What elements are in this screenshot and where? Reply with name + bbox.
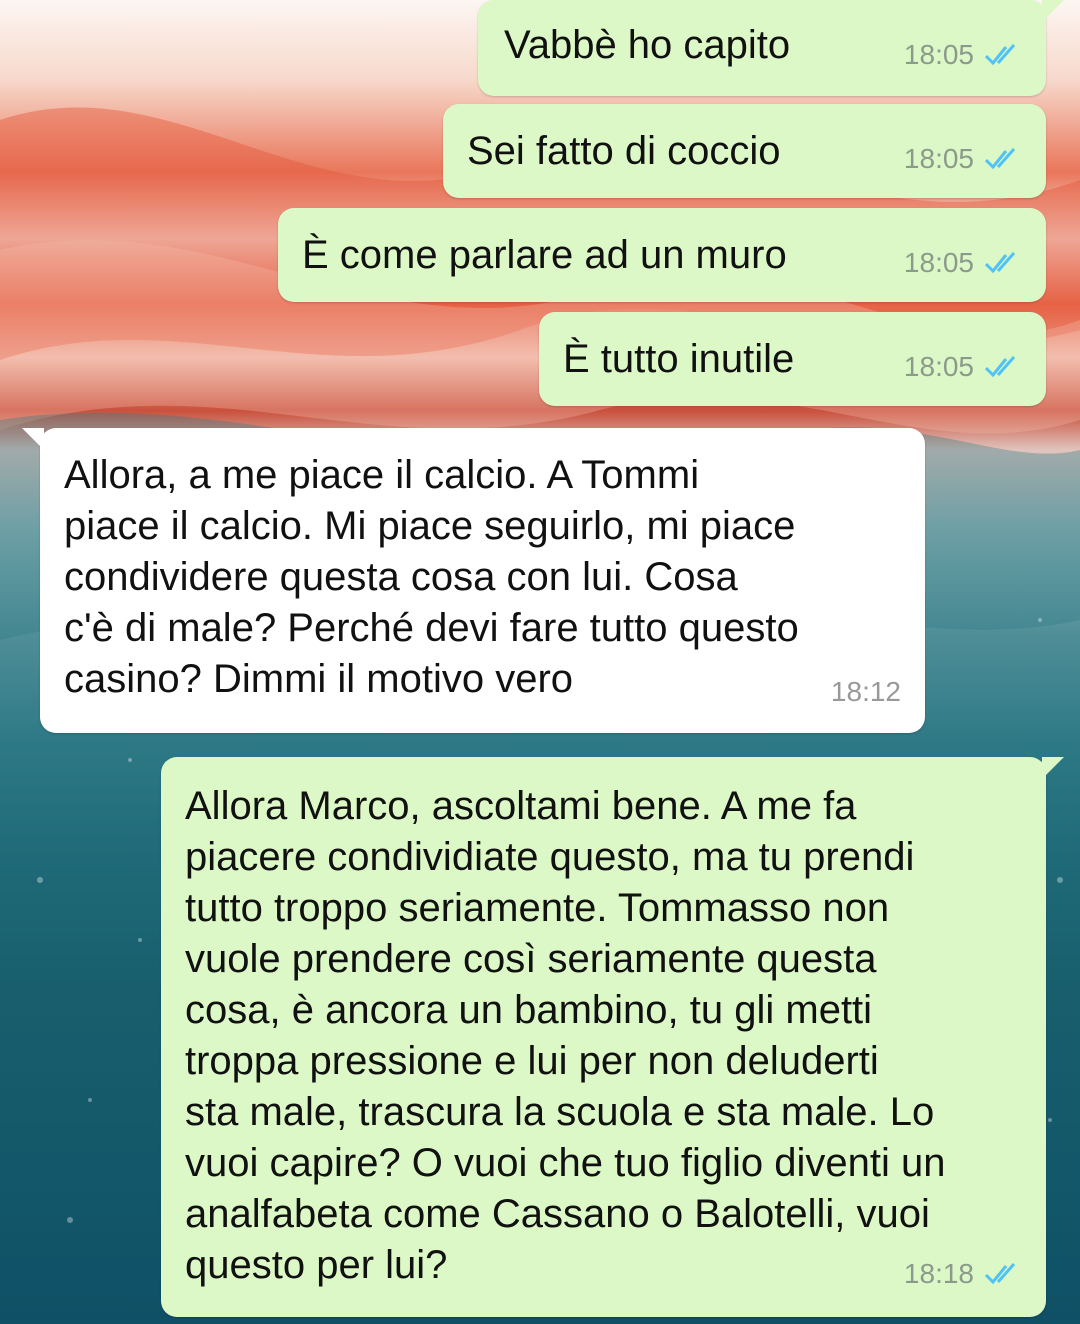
- message-text: Sei fatto di coccio: [467, 129, 781, 173]
- message-bubble-outgoing[interactable]: Sei fatto di coccio 18:05: [443, 104, 1046, 198]
- read-ticks-icon: [984, 251, 1022, 275]
- message-time: 18:05: [903, 351, 974, 382]
- bubble-tail: [1042, 757, 1064, 779]
- message-time: 18:05: [903, 247, 974, 278]
- message-text: È tutto inutile: [563, 337, 795, 381]
- read-ticks-icon: [984, 147, 1022, 171]
- message-text: Allora Marco, ascoltami bene. A me fa pi…: [185, 784, 946, 1287]
- message-meta: 18:05: [904, 29, 1022, 80]
- message-meta: 18:05: [904, 341, 1022, 392]
- bubble-tail: [22, 428, 44, 450]
- message-bubble-incoming[interactable]: Allora, a me piace il calcio. A Tommi pi…: [22, 428, 925, 733]
- message-time: 18:05: [903, 143, 974, 174]
- read-ticks-icon: [984, 355, 1022, 379]
- message-meta: 18:12: [831, 666, 901, 717]
- message-bubble-outgoing[interactable]: Vabbè ho capito 18:05: [478, 0, 1064, 96]
- message-text: È come parlare ad un muro: [302, 233, 787, 277]
- message-time: 18:12: [830, 676, 901, 707]
- message-bubble-outgoing[interactable]: È come parlare ad un muro 18:05: [278, 208, 1046, 302]
- message-bubble-outgoing[interactable]: È tutto inutile 18:05: [539, 312, 1046, 406]
- message-text: Vabbè ho capito: [504, 23, 791, 67]
- message-meta: 18:05: [904, 237, 1022, 288]
- message-meta: 18:18: [904, 1248, 1022, 1299]
- message-text: Allora, a me piace il calcio. A Tommi pi…: [64, 453, 799, 701]
- message-time: 18:05: [903, 39, 974, 70]
- message-meta: 18:05: [904, 133, 1022, 184]
- read-ticks-icon: [984, 43, 1022, 67]
- message-bubble-outgoing[interactable]: Allora Marco, ascoltami bene. A me fa pi…: [161, 757, 1064, 1317]
- message-time: 18:18: [903, 1258, 974, 1289]
- bubble-tail: [1042, 0, 1064, 22]
- read-ticks-icon: [984, 1262, 1022, 1286]
